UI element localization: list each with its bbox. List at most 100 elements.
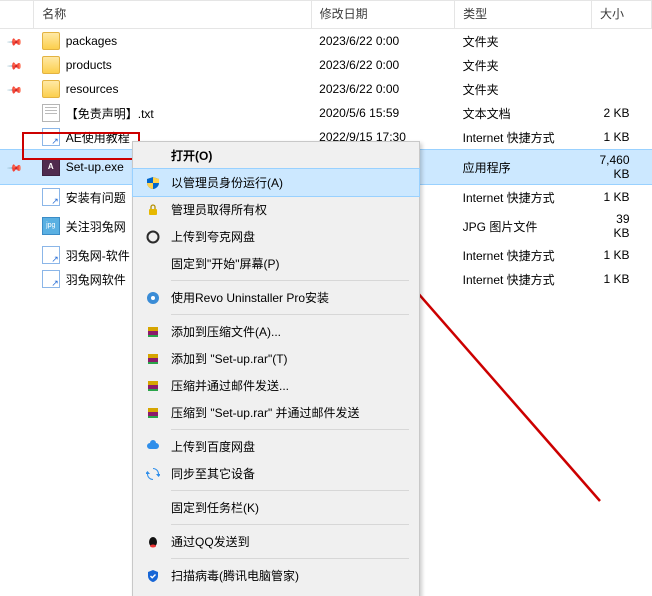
cm-revo-label: 使用Revo Uninstaller Pro安装	[171, 289, 409, 306]
rar-icon	[143, 351, 163, 367]
file-row[interactable]: 【免责声明】.txt 2020/5/6 15:59文本文档2 KB	[0, 101, 652, 125]
size-cell: 1 KB	[591, 185, 651, 210]
type-cell: 文件夹	[455, 77, 592, 101]
size-cell: 7,460 KB	[591, 150, 651, 185]
cm-add-to-rar-label: 添加到 "Set-up.rar"(T)	[171, 350, 409, 367]
file-name: 【免责声明】.txt	[66, 105, 154, 122]
cm-pin-taskbar-label: 固定到任务栏(K)	[171, 499, 409, 516]
menu-separator	[171, 429, 409, 430]
sync-icon	[143, 466, 163, 482]
pin-cell: 📌	[0, 77, 34, 101]
cm-upload-kuake-label: 上传到夸克网盘	[171, 228, 409, 245]
revo-icon	[143, 290, 163, 306]
name-cell[interactable]: resources	[34, 77, 311, 101]
pin-icon: 📌	[6, 160, 22, 176]
pin-cell	[0, 267, 34, 291]
blank-icon	[143, 256, 163, 272]
size-cell: 1 KB	[591, 243, 651, 267]
menu-separator	[171, 280, 409, 281]
cm-scan-virus[interactable]: 扫描病毒(腾讯电脑管家)	[133, 562, 419, 589]
rar-icon	[143, 405, 163, 421]
rar-icon	[143, 324, 163, 340]
menu-separator	[171, 524, 409, 525]
cm-compress-mail[interactable]: 压缩并通过邮件发送...	[133, 372, 419, 399]
file-icon: A	[42, 158, 60, 176]
file-row[interactable]: 📌products2023/6/22 0:00文件夹	[0, 53, 652, 77]
cm-pin-start-label: 固定到"开始"屏幕(P)	[171, 255, 409, 272]
cm-compress-rar-mail[interactable]: 压缩到 "Set-up.rar" 并通过邮件发送	[133, 399, 419, 426]
cm-admin-ownership-label: 管理员取得所有权	[171, 201, 409, 218]
pin-icon: 📌	[6, 34, 22, 50]
column-header-date[interactable]: 修改日期	[311, 1, 455, 29]
file-row[interactable]: 📌 packages 2023/6/22 0:00文件夹	[0, 29, 652, 54]
file-row[interactable]: 📌resources2023/6/22 0:00文件夹	[0, 77, 652, 101]
file-icon	[42, 270, 60, 288]
blank-icon	[143, 500, 163, 516]
pin-cell	[0, 243, 34, 267]
type-cell: 文件夹	[455, 29, 592, 54]
file-icon	[42, 188, 60, 206]
size-cell	[591, 29, 651, 54]
date-cell: 2023/6/22 0:00	[311, 77, 455, 101]
cm-sync-other[interactable]: 同步至其它设备	[133, 460, 419, 487]
pin-cell	[0, 185, 34, 210]
name-cell[interactable]: packages	[34, 29, 311, 54]
date-cell: 2020/5/6 15:59	[311, 101, 455, 125]
cm-pin-start[interactable]: 固定到"开始"屏幕(P)	[133, 250, 419, 277]
type-cell: 文件夹	[455, 53, 592, 77]
name-cell[interactable]: 【免责声明】.txt	[34, 101, 311, 125]
type-cell: 文本文档	[455, 101, 592, 125]
column-header-name[interactable]: 名称	[34, 1, 311, 29]
file-name: Set-up.exe	[66, 160, 124, 174]
explorer-window: 名称 修改日期 类型 大小 📌 packages 2023/6/22 0:00文件夹…	[0, 0, 652, 596]
date-cell: 2023/6/22 0:00	[311, 53, 455, 77]
cm-send-qq[interactable]: 通过QQ发送到	[133, 528, 419, 555]
menu-separator	[171, 314, 409, 315]
qq-icon	[143, 534, 163, 550]
file-name: 安装有问题	[66, 189, 126, 206]
column-header-type[interactable]: 类型	[455, 1, 592, 29]
cm-add-to-archive[interactable]: 添加到压缩文件(A)...	[133, 318, 419, 345]
cm-upload-kuake[interactable]: 上传到夸克网盘	[133, 223, 419, 250]
column-header-row: 名称 修改日期 类型 大小	[0, 1, 652, 29]
file-icon	[42, 80, 60, 98]
menu-separator	[171, 490, 409, 491]
cm-admin-ownership[interactable]: 管理员取得所有权	[133, 196, 419, 223]
size-cell	[591, 77, 651, 101]
cm-compress-mail-label: 压缩并通过邮件发送...	[171, 377, 409, 394]
context-menu: 打开(O) 以管理员身份运行(A) 管理员取得所有权 上传到夸克网盘 固定到"开…	[132, 141, 420, 596]
size-cell: 2 KB	[591, 101, 651, 125]
cm-pin-taskbar[interactable]: 固定到任务栏(K)	[133, 494, 419, 521]
size-cell	[591, 53, 651, 77]
pin-cell: 📌	[0, 150, 34, 185]
column-header-size[interactable]: 大小	[591, 1, 651, 29]
kuake-icon	[143, 229, 163, 245]
file-icon	[42, 128, 60, 146]
shield-icon	[143, 175, 163, 191]
cm-run-as-admin[interactable]: 以管理员身份运行(A)	[132, 168, 420, 197]
cm-open[interactable]: 打开(O)	[133, 142, 419, 169]
file-name: packages	[66, 34, 117, 48]
cm-send-qq-label: 通过QQ发送到	[171, 533, 409, 550]
file-icon	[42, 104, 60, 122]
cm-upload-baidu[interactable]: 上传到百度网盘	[133, 433, 419, 460]
file-icon: jpg	[42, 217, 60, 235]
cm-revo[interactable]: 使用Revo Uninstaller Pro安装	[133, 284, 419, 311]
blank-icon	[143, 148, 163, 164]
pin-cell	[0, 101, 34, 125]
column-header-pin[interactable]	[0, 1, 34, 29]
type-cell: 应用程序	[455, 150, 592, 185]
cm-add-to-archive-label: 添加到压缩文件(A)...	[171, 323, 409, 340]
date-cell: 2023/6/22 0:00	[311, 29, 455, 54]
type-cell: Internet 快捷方式	[455, 267, 592, 291]
cm-add-to-rar[interactable]: 添加到 "Set-up.rar"(T)	[133, 345, 419, 372]
pin-cell	[0, 125, 34, 150]
menu-separator	[171, 558, 409, 559]
file-name: 羽兔网软件	[66, 271, 126, 288]
name-cell[interactable]: products	[34, 53, 311, 77]
file-name: 关注羽兔网	[66, 218, 126, 235]
cm-scan-virus-label: 扫描病毒(腾讯电脑管家)	[171, 567, 409, 584]
file-icon	[42, 56, 60, 74]
file-icon	[42, 246, 60, 264]
pin-cell: 📌	[0, 29, 34, 54]
